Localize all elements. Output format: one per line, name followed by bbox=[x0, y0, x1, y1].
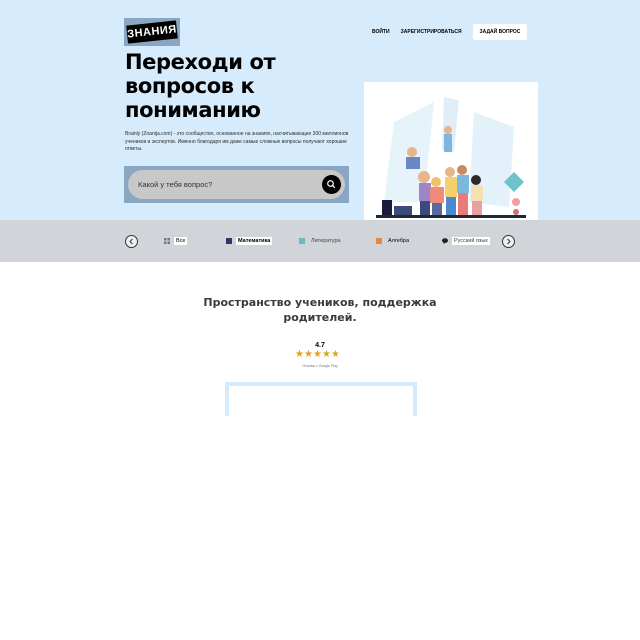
subjects-strip: Все Математика Литература Алгебра Русски… bbox=[0, 220, 640, 262]
algebra-icon bbox=[376, 238, 382, 244]
subject-math[interactable]: Математика bbox=[226, 237, 273, 245]
math-icon bbox=[226, 238, 232, 244]
subject-label: Алгебра bbox=[388, 238, 410, 244]
search-box bbox=[124, 166, 349, 203]
page-title: Переходи от вопросов к пониманию bbox=[125, 50, 276, 122]
subjects-next-button[interactable] bbox=[502, 235, 515, 248]
star-partial-icon: ★ bbox=[331, 349, 340, 360]
brand-logo[interactable]: ЗНАНИЯ bbox=[124, 18, 180, 46]
subject-label: Все bbox=[174, 237, 188, 245]
grid-icon bbox=[164, 238, 170, 244]
login-link[interactable]: ВОЙТИ bbox=[372, 29, 390, 35]
subject-all[interactable]: Все bbox=[164, 237, 188, 245]
community-title: Пространство учеников, поддержка родител… bbox=[203, 296, 437, 324]
subject-label: Литература bbox=[311, 238, 341, 244]
subject-algebra[interactable]: Алгебра bbox=[376, 237, 411, 245]
speech-icon bbox=[442, 238, 448, 244]
search-icon bbox=[327, 180, 336, 189]
ask-question-button[interactable]: ЗАДАЙ ВОПРОС bbox=[472, 24, 528, 40]
subject-label: Математика bbox=[236, 237, 273, 245]
search-input[interactable] bbox=[138, 178, 308, 190]
subjects-prev-button[interactable] bbox=[125, 235, 138, 248]
rating-value: 4.7 bbox=[315, 342, 325, 349]
search-pill bbox=[128, 170, 345, 199]
rating-source: Отзывы с Google Play bbox=[302, 364, 338, 368]
subject-label: Русский язык bbox=[452, 237, 490, 245]
register-link[interactable]: ЗАРЕГИСТРИРОВАТЬСЯ bbox=[401, 29, 462, 35]
chevron-left-icon bbox=[129, 238, 133, 245]
logo-text: ЗНАНИЯ bbox=[126, 20, 178, 44]
book-icon bbox=[299, 238, 305, 244]
preview-frame bbox=[225, 382, 417, 416]
top-nav: ВОЙТИ ЗАРЕГИСТРИРОВАТЬСЯ ЗАДАЙ ВОПРОС bbox=[372, 24, 528, 40]
subject-russian[interactable]: Русский язык bbox=[442, 237, 490, 245]
hero-description: Brainly (Znanija.com) - это сообщество, … bbox=[125, 131, 349, 152]
search-button[interactable] bbox=[322, 175, 341, 194]
hero-illustration bbox=[364, 82, 538, 223]
chevron-right-icon bbox=[507, 238, 511, 245]
rating-stars: ★ ★ ★ ★ ★ bbox=[295, 350, 340, 360]
hero-section: ЗНАНИЯ ВОЙТИ ЗАРЕГИСТРИРОВАТЬСЯ ЗАДАЙ ВО… bbox=[0, 0, 640, 223]
subject-literature[interactable]: Литература bbox=[299, 237, 343, 245]
